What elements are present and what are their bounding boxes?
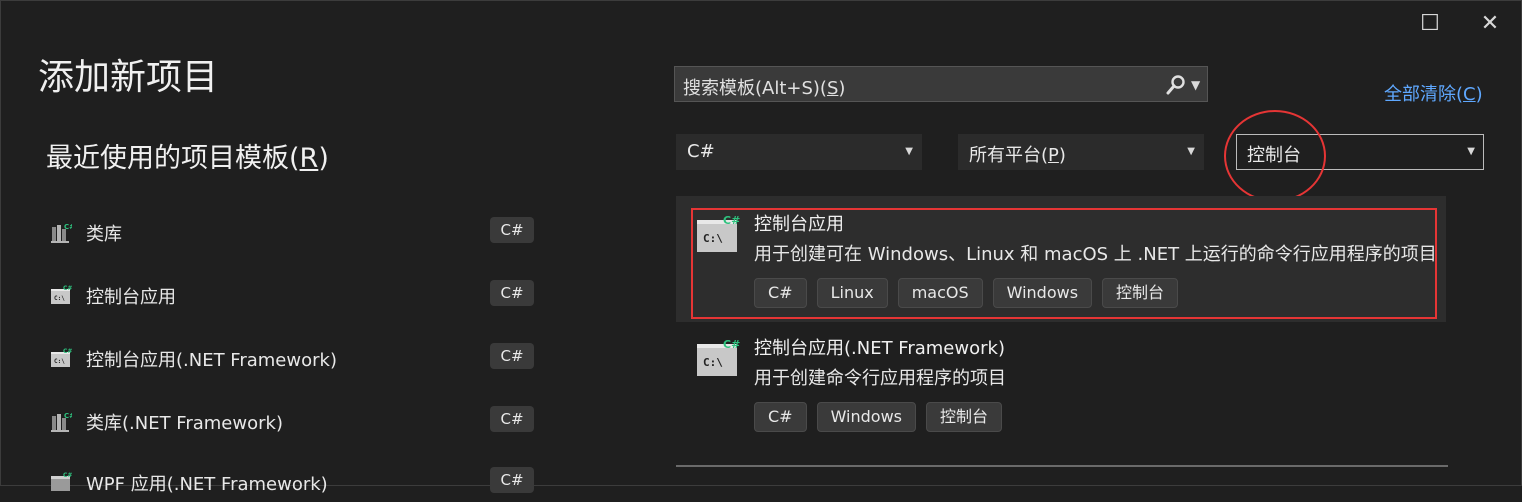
wpf-app-icon: C#: [51, 472, 72, 491]
svg-text:C:\: C:\: [54, 358, 65, 365]
template-description: 用于创建命令行应用程序的项目: [754, 368, 1006, 389]
clear-all-link[interactable]: 全部清除(C): [1384, 80, 1483, 106]
page-title: 添加新项目: [38, 57, 219, 98]
class-library-icon: C#: [51, 223, 72, 243]
recent-item-label: 控制台应用(.NET Framework): [86, 350, 337, 371]
recent-item-wpf-app[interactable]: C# WPF 应用(.NET Framework) C#: [46, 462, 546, 502]
list-divider: [676, 465, 1448, 467]
console-app-icon: C:\ C#: [51, 348, 72, 367]
platform-filter-close: ): [1058, 145, 1066, 166]
console-app-icon: C:\ C#: [697, 338, 740, 376]
language-tag: C#: [490, 406, 534, 432]
class-library-icon: C#: [51, 412, 72, 432]
access-key: P: [1048, 145, 1059, 166]
access-key: R: [299, 143, 319, 174]
template-tags: C# Linux macOS Windows 控制台: [754, 278, 1179, 308]
project-type-filter-value: 控制台: [1247, 145, 1301, 166]
language-tag: C#: [490, 280, 534, 306]
project-type-filter-dropdown[interactable]: 控制台 ▼: [1236, 134, 1484, 170]
svg-text:C#: C#: [723, 338, 740, 351]
platform-filter-text: 所有平台(: [969, 145, 1049, 166]
template-name: 控制台应用(.NET Framework): [754, 338, 1005, 359]
recent-item-console-app[interactable]: C:\ C# 控制台应用 C#: [46, 275, 546, 315]
maximize-button[interactable]: ☐: [1412, 8, 1448, 40]
svg-text:C#: C#: [63, 348, 72, 355]
svg-text:C#: C#: [64, 223, 72, 231]
recent-item-label: 控制台应用: [86, 287, 176, 308]
svg-text:C:\: C:\: [703, 356, 723, 369]
language-tag: C#: [490, 467, 534, 493]
template-console-app-framework[interactable]: C:\ C# 控制台应用(.NET Framework) 用于创建命令行应用程序…: [676, 324, 1446, 444]
recent-item-class-library[interactable]: C# 类库 C#: [46, 212, 546, 252]
chevron-down-icon: ▼: [1187, 146, 1195, 157]
svg-text:C:\: C:\: [54, 295, 65, 302]
access-key: S: [826, 78, 839, 99]
language-tag: C#: [490, 217, 534, 243]
recent-item-label: WPF 应用(.NET Framework): [86, 474, 328, 495]
search-input[interactable]: 搜索模板(Alt+S)(S) ▼: [674, 66, 1208, 102]
recent-templates-heading-text: 最近使用的项目模板(: [46, 143, 300, 174]
template-tag: 控制台: [926, 402, 1003, 432]
chevron-down-icon: ▼: [1467, 146, 1475, 157]
chevron-down-icon[interactable]: ▼: [1191, 71, 1200, 99]
platform-filter-dropdown[interactable]: 所有平台(P) ▼: [958, 134, 1204, 170]
template-tag: Windows: [816, 402, 916, 432]
platform-filter-value: 所有平台(P): [969, 141, 1066, 167]
access-key: C: [1463, 84, 1476, 105]
search-placeholder: 搜索模板(Alt+S)(S): [683, 74, 845, 100]
console-app-icon: C:\ C#: [51, 285, 72, 304]
close-button[interactable]: ✕: [1472, 8, 1508, 40]
search-placeholder-text: 搜索模板(Alt+S)(: [683, 78, 827, 99]
template-console-app[interactable]: C:\ C# 控制台应用 用于创建可在 Windows、Linux 和 macO…: [676, 200, 1446, 320]
recent-item-label: 类库(.NET Framework): [86, 413, 283, 434]
template-tag: Linux: [816, 278, 888, 308]
template-description: 用于创建可在 Windows、Linux 和 macOS 上 .NET 上运行的…: [754, 244, 1437, 265]
template-tag: 控制台: [1102, 278, 1179, 308]
chevron-down-icon: ▼: [905, 146, 913, 157]
language-tag: C#: [490, 343, 534, 369]
svg-text:C#: C#: [723, 214, 740, 227]
recent-item-class-library-framework[interactable]: C# 类库(.NET Framework) C#: [46, 401, 546, 441]
svg-text:C#: C#: [63, 472, 72, 479]
template-name: 控制台应用: [754, 214, 844, 235]
template-tag: macOS: [897, 278, 983, 308]
close-icon: ✕: [1480, 11, 1500, 36]
recent-templates-heading-close: ): [318, 143, 329, 174]
search-placeholder-close: ): [838, 78, 846, 99]
clear-all-text: 全部清除(: [1384, 84, 1464, 105]
console-app-icon: C:\ C#: [697, 214, 740, 252]
recent-templates-heading: 最近使用的项目模板(R): [46, 136, 329, 175]
svg-text:C:\: C:\: [703, 232, 723, 245]
svg-text:C#: C#: [63, 285, 72, 292]
clear-all-close: ): [1475, 84, 1483, 105]
language-filter-dropdown[interactable]: C# ▼: [676, 134, 922, 170]
recent-item-label: 类库: [86, 224, 122, 245]
maximize-icon: ☐: [1420, 11, 1440, 36]
template-tag: C#: [754, 402, 807, 432]
language-filter-value: C#: [687, 141, 715, 162]
recent-item-console-app-framework[interactable]: C:\ C# 控制台应用(.NET Framework) C#: [46, 338, 546, 378]
svg-text:C#: C#: [64, 412, 72, 420]
template-tags: C# Windows 控制台: [754, 402, 1003, 432]
template-tag: Windows: [992, 278, 1093, 308]
search-icon[interactable]: [1165, 74, 1187, 96]
template-tag: C#: [754, 278, 807, 308]
